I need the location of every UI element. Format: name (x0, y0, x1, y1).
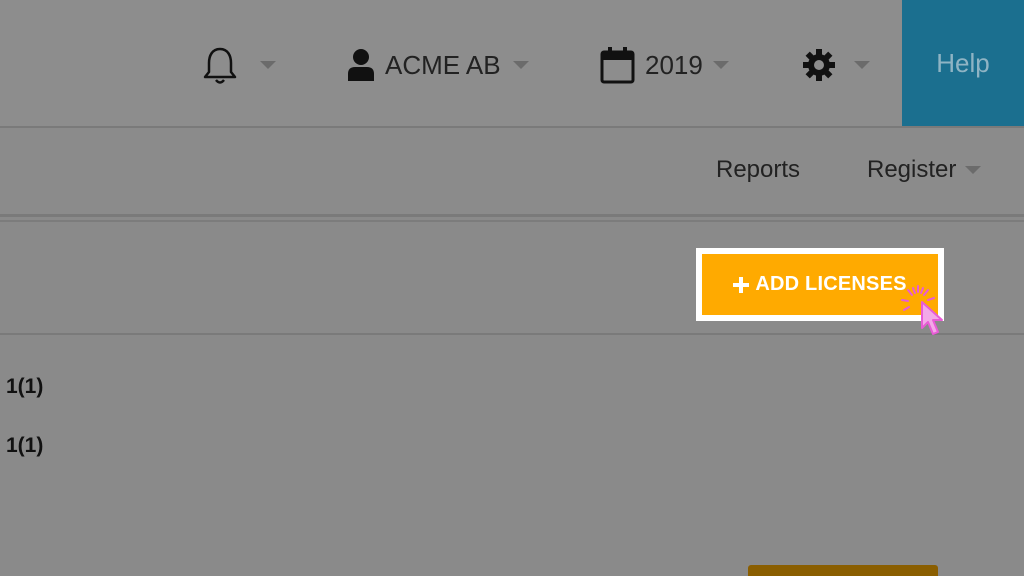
account-menu[interactable]: ACME AB (347, 40, 529, 90)
add-licenses-label: ADD LICENSES (755, 273, 907, 295)
nav-item-label: Register (867, 156, 957, 183)
chevron-down-icon (965, 166, 982, 174)
divider (0, 333, 1024, 335)
notifications-menu[interactable] (202, 40, 276, 90)
row-value: 1(1) (6, 375, 44, 398)
nav-item-label: Reports (716, 156, 801, 183)
chevron-down-icon (512, 61, 529, 69)
click-cursor-icon (898, 284, 958, 340)
settings-menu[interactable] (802, 40, 870, 90)
account-label: ACME AB (385, 49, 501, 80)
chevron-down-icon (260, 61, 276, 69)
nav-item-register[interactable]: Register (867, 156, 982, 184)
chevron-down-icon (854, 61, 870, 69)
user-icon (347, 48, 375, 82)
calendar-icon (600, 45, 636, 85)
row-value: 1(1) (6, 434, 44, 457)
nav-item-reports[interactable]: Reports (716, 156, 800, 184)
partial-button[interactable] (748, 565, 938, 576)
gear-icon (802, 48, 836, 82)
table-row: 1(1) (6, 434, 43, 458)
year-selector[interactable]: 2019 (600, 40, 729, 90)
help-button[interactable]: Help (902, 0, 1024, 126)
year-label: 2019 (645, 49, 703, 80)
divider (0, 220, 1024, 222)
top-navigation-bar: ACME AB 2019 Help (0, 0, 1024, 128)
chevron-down-icon (712, 61, 729, 69)
bell-icon (202, 45, 238, 85)
table-row: 1(1) (6, 375, 43, 399)
plus-icon (733, 276, 750, 293)
help-label: Help (936, 47, 990, 78)
